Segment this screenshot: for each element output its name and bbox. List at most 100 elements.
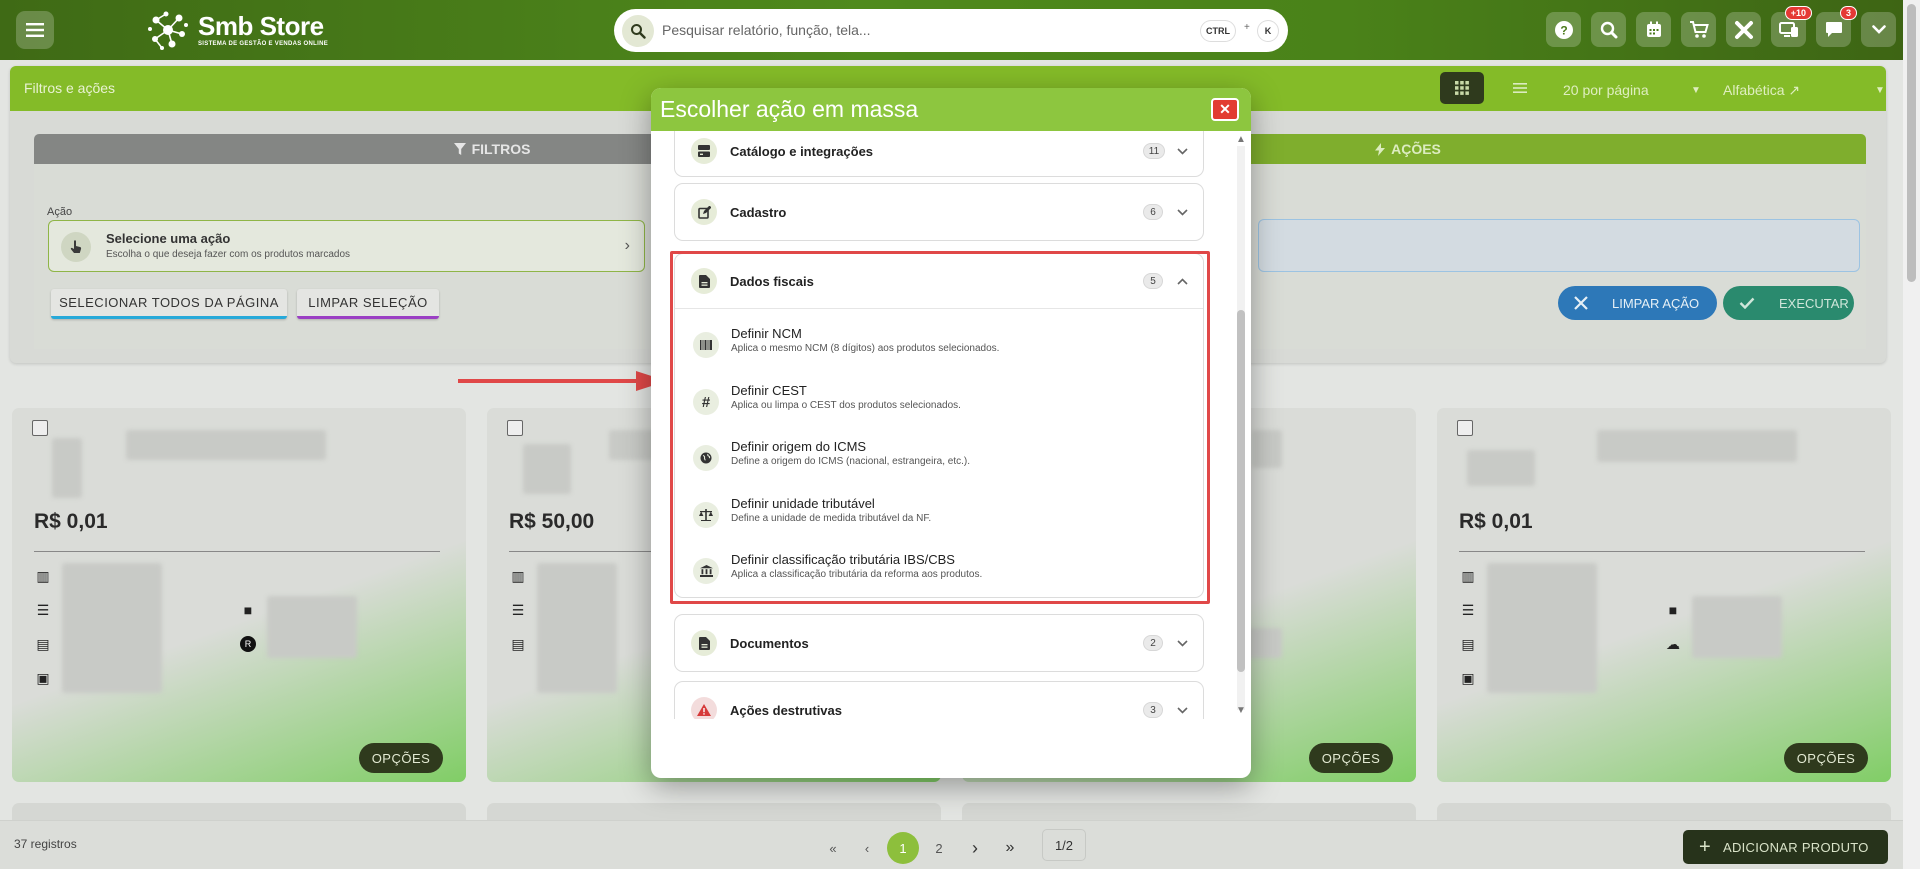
book-icon: ▤: [511, 635, 525, 652]
double-chevron-left-icon: «: [829, 840, 837, 856]
group-documentos[interactable]: Documentos 2: [674, 614, 1204, 672]
search-icon: [622, 15, 654, 47]
group-cadastro[interactable]: Cadastro 6: [674, 183, 1204, 241]
options-button[interactable]: OPÇÕES: [1309, 743, 1393, 773]
per-page-select[interactable]: 20 por página: [1563, 82, 1649, 98]
page-scrollbar[interactable]: [1903, 0, 1920, 869]
action-select-title: Selecione uma ação: [106, 231, 231, 246]
modal-scrollbar[interactable]: [1234, 132, 1247, 722]
per-page-chevron-icon: ▼: [1691, 85, 1701, 96]
menu-button[interactable]: [16, 11, 54, 49]
modal-scrollbar-thumb[interactable]: [1237, 310, 1245, 672]
warning-icon: [691, 697, 717, 719]
sort-select[interactable]: Alfabética ↗: [1723, 82, 1800, 99]
plus-icon: +: [1699, 835, 1711, 858]
calendar-button[interactable]: [1636, 12, 1671, 47]
page-2-button[interactable]: 2: [923, 832, 955, 864]
scroll-up-icon[interactable]: ▲: [1236, 134, 1246, 145]
messages-badge: 3: [1839, 6, 1857, 20]
sort-chevron-icon: ▼: [1875, 85, 1885, 96]
prev-page-button[interactable]: ‹: [851, 832, 883, 864]
registered-icon: R: [240, 636, 256, 652]
kbd-ctrl: CTRL: [1201, 21, 1235, 41]
grid-view-button[interactable]: [1440, 72, 1484, 104]
first-page-button[interactable]: «: [817, 832, 849, 864]
search-input[interactable]: [662, 19, 1182, 41]
options-button[interactable]: OPÇÕES: [359, 743, 443, 773]
zoom-button[interactable]: [1591, 12, 1626, 47]
clear-selection-button[interactable]: LIMPAR SELEÇÃO: [297, 289, 439, 319]
database-icon: ☰: [1461, 601, 1475, 618]
clear-action-label: LIMPAR AÇÃO: [1612, 295, 1700, 311]
edit-icon: [691, 199, 717, 225]
top-bar: Smb Store SISTEMA DE GESTÃO E VENDAS ONL…: [0, 0, 1920, 60]
list-view-button[interactable]: [1498, 72, 1542, 104]
chevron-down-icon: [1175, 144, 1189, 158]
page-indicator[interactable]: 1/2: [1042, 829, 1086, 861]
user-menu-button[interactable]: [1861, 12, 1896, 47]
devices-button[interactable]: +10: [1771, 6, 1812, 47]
execute-button[interactable]: EXECUTAR: [1723, 286, 1854, 320]
zoom-icon: [1600, 21, 1617, 38]
group-count: 2: [1143, 635, 1163, 651]
clear-action-button[interactable]: LIMPAR AÇÃO: [1558, 286, 1717, 320]
action-parameters-area: [1258, 219, 1860, 272]
product-checkbox[interactable]: [507, 420, 523, 436]
product-price: R$ 0,01: [34, 510, 108, 533]
execute-label: EXECUTAR: [1779, 295, 1849, 311]
group-acoes-destrutivas[interactable]: Ações destrutivas 3: [674, 681, 1204, 719]
highlight-annotation: [670, 251, 1210, 604]
add-product-button[interactable]: + ADICIONAR PRODUTO: [1683, 830, 1888, 864]
select-all-page-button[interactable]: SELECIONAR TODOS DA PÁGINA: [51, 289, 287, 319]
action-select[interactable]: Selecione uma ação Escolha o que deseja …: [48, 220, 645, 272]
group-count: 6: [1143, 204, 1163, 220]
global-search[interactable]: CTRL + K: [614, 9, 1288, 52]
storage-icon: [691, 138, 717, 164]
page-scrollbar-thumb[interactable]: [1907, 4, 1916, 282]
product-checkbox[interactable]: [32, 420, 48, 436]
brand-logo[interactable]: Smb Store SISTEMA DE GESTÃO E VENDAS ONL…: [146, 8, 328, 52]
check-icon: [1739, 297, 1755, 309]
book-icon: ▤: [1461, 635, 1475, 652]
group-count: 11: [1143, 143, 1165, 159]
chevron-down-icon: [1175, 205, 1189, 219]
cart-button[interactable]: [1681, 12, 1716, 47]
help-icon: ?: [1554, 20, 1573, 39]
kbd-k: K: [1258, 21, 1278, 41]
barcode-icon: ▥: [36, 567, 50, 584]
devices-badge: +10: [1784, 6, 1812, 20]
options-button[interactable]: OPÇÕES: [1784, 743, 1868, 773]
action-label: Ação: [47, 206, 73, 218]
messages-button[interactable]: 3: [1816, 6, 1857, 47]
svg-text:?: ?: [1560, 23, 1567, 37]
tab-filters-label: FILTROS: [471, 141, 531, 157]
hamburger-icon: [26, 23, 44, 37]
product-card: R$ 0,01 ▥ ☰ ▤ ▣ ■ R OPÇÕES: [12, 408, 466, 782]
arrow-annotation: [458, 371, 667, 391]
tools-icon: [1734, 20, 1753, 39]
next-page-button[interactable]: ›: [959, 832, 991, 864]
group-catalogo[interactable]: Catálogo e integrações 11: [674, 131, 1204, 177]
product-image: [52, 438, 82, 498]
last-page-button[interactable]: »: [994, 832, 1026, 864]
chevron-down-icon: [1175, 636, 1189, 650]
filter-icon: [453, 143, 466, 155]
page-1-button[interactable]: 1: [887, 832, 919, 864]
pagination-bar: 37 registros « ‹ 1 2 › » 1/2 + ADICIONAR…: [0, 820, 1903, 869]
chevron-down-icon: [1871, 25, 1886, 34]
logo-icon: [148, 11, 188, 50]
scroll-down-icon[interactable]: ▼: [1236, 705, 1246, 716]
product-image: [1467, 450, 1535, 486]
modal-close-button[interactable]: ✕: [1211, 98, 1239, 121]
help-button[interactable]: ?: [1546, 12, 1581, 47]
brand-subtitle: SISTEMA DE GESTÃO E VENDAS ONLINE: [198, 41, 329, 47]
product-image: [523, 444, 571, 494]
product-checkbox[interactable]: [1457, 420, 1473, 436]
tools-button[interactable]: [1726, 12, 1761, 47]
product-info-redacted: [1487, 563, 1597, 693]
calendar-icon: [1646, 21, 1661, 37]
box-icon: ■: [243, 602, 253, 618]
grid-icon: [1455, 81, 1469, 95]
barcode-icon: ▥: [511, 567, 525, 584]
double-chevron-right-icon: »: [1005, 839, 1015, 856]
